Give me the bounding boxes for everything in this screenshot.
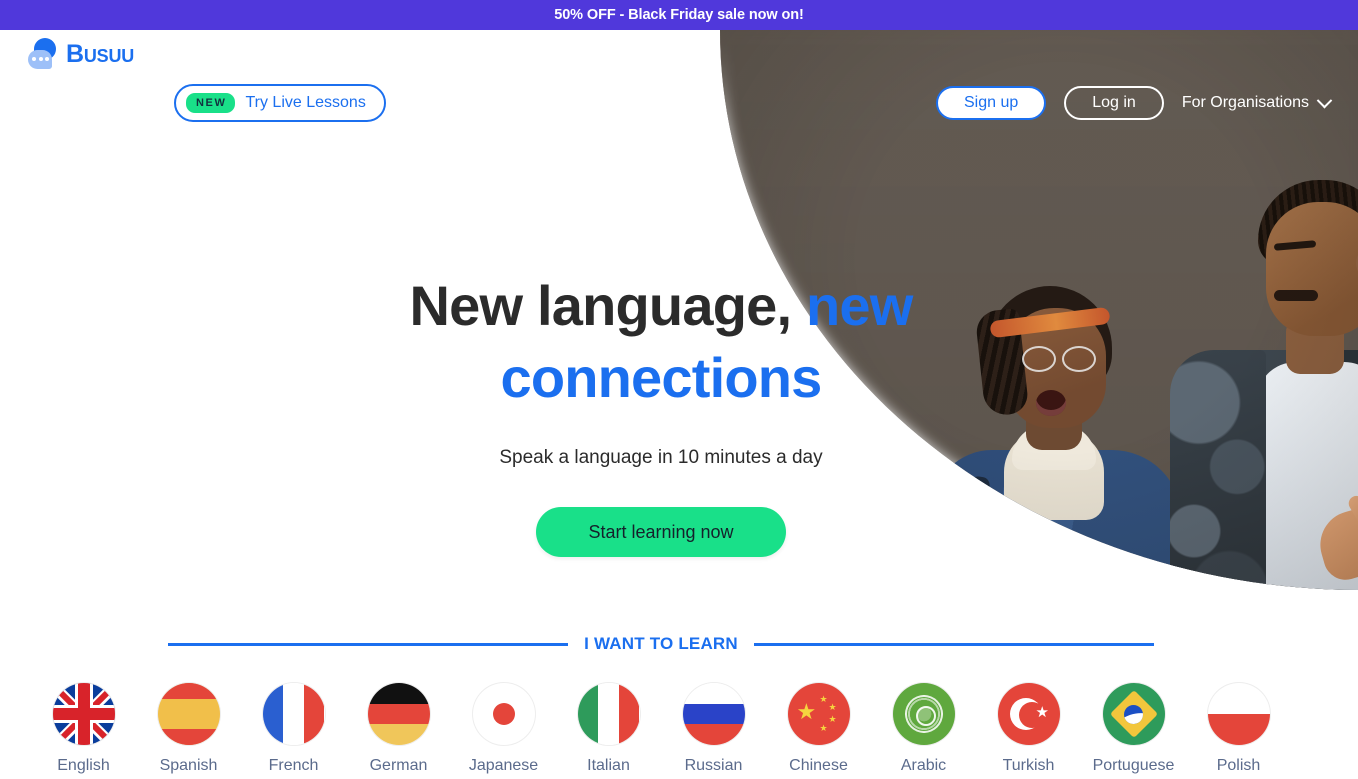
hero-content: New language, new connections Speak a la… <box>0 270 1322 558</box>
i-want-to-learn-divider: I WANT TO LEARN <box>0 634 1322 654</box>
brand-wordmark: Busuu <box>66 39 135 68</box>
flag-spain-icon <box>157 683 220 745</box>
language-label: Portuguese <box>1092 757 1175 774</box>
language-label: Polish <box>1216 757 1261 774</box>
flag-italy-icon <box>577 683 640 745</box>
flag-poland-icon <box>1207 683 1270 745</box>
language-label: French <box>268 757 319 774</box>
language-option-german[interactable]: German <box>367 683 430 775</box>
page-title: New language, new connections <box>331 270 991 413</box>
language-option-italian[interactable]: Italian <box>577 683 640 775</box>
language-option-chinese[interactable]: ★ ★ ★ ★ ★ Chinese <box>787 683 850 775</box>
busuu-landing-page: 50% OFF - Black Friday sale now on! Busu… <box>0 0 1358 779</box>
language-label: Japanese <box>468 757 539 774</box>
busuu-speech-bubble-logo-icon <box>28 38 58 70</box>
language-option-english[interactable]: English <box>52 683 115 775</box>
hero-title-part-dark: New language, <box>409 274 792 337</box>
promo-banner[interactable]: 50% OFF - Black Friday sale now on! <box>0 0 1358 30</box>
language-label: Arabic <box>900 757 947 774</box>
flag-arab-league-icon <box>892 683 955 745</box>
language-option-spanish[interactable]: Spanish <box>157 683 220 775</box>
sign-up-button[interactable]: Sign up <box>935 86 1047 120</box>
language-label: Turkish <box>1002 757 1055 774</box>
i-want-to-learn-label: I WANT TO LEARN <box>584 634 738 653</box>
site-header: Busuu NEW Try Live Lessons Sign up Log i… <box>0 30 1358 122</box>
flag-china-icon: ★ ★ ★ ★ ★ <box>787 683 850 745</box>
divider-rule-left <box>168 642 569 646</box>
header-nav: Sign up Log in For Organisations <box>935 86 1334 120</box>
language-label: Russian <box>684 757 743 774</box>
flag-japan-icon <box>472 683 535 745</box>
flag-france-icon <box>262 683 325 745</box>
language-option-russian[interactable]: Russian <box>682 683 745 775</box>
hero-title-part-accent-1: new <box>805 274 913 337</box>
hero-subtitle: Speak a language in 10 minutes a day <box>499 447 823 469</box>
language-label: Italian <box>587 757 630 774</box>
flag-russia-icon <box>682 683 745 745</box>
language-option-portuguese[interactable]: Portuguese <box>1093 683 1174 775</box>
chevron-down-icon <box>1316 92 1333 108</box>
start-learning-button[interactable]: Start learning now <box>536 507 786 558</box>
language-label: English <box>57 757 110 774</box>
language-option-french[interactable]: French <box>262 683 325 775</box>
try-live-lessons-button[interactable]: NEW Try Live Lessons <box>174 84 386 122</box>
language-label: Spanish <box>159 757 218 774</box>
hero-title-part-accent-2: connections <box>500 345 822 409</box>
for-organisations-label: For Organisations <box>1181 94 1309 111</box>
language-option-arabic[interactable]: Arabic <box>892 683 955 775</box>
flag-brazil-icon <box>1102 683 1165 745</box>
language-label: Chinese <box>789 757 848 774</box>
language-option-japanese[interactable]: Japanese <box>469 683 538 775</box>
new-badge: NEW <box>186 93 236 113</box>
flag-uk-icon <box>52 683 115 745</box>
for-organisations-menu[interactable]: For Organisations <box>1181 92 1334 112</box>
log-in-button[interactable]: Log in <box>1064 86 1164 120</box>
flag-germany-icon <box>367 683 430 745</box>
language-label: German <box>369 757 428 774</box>
brand-logo[interactable]: Busuu <box>28 38 134 70</box>
flag-turkey-icon: ★ <box>997 683 1060 745</box>
try-live-lessons-label: Try Live Lessons <box>245 94 366 111</box>
language-option-turkish[interactable]: ★ Turkish <box>997 683 1060 775</box>
language-list: English Spanish French German Japanese I… <box>0 683 1322 775</box>
divider-rule-right <box>753 642 1154 646</box>
promo-banner-text: 50% OFF - Black Friday sale now on! <box>554 7 804 23</box>
language-option-polish[interactable]: Polish <box>1207 683 1270 775</box>
